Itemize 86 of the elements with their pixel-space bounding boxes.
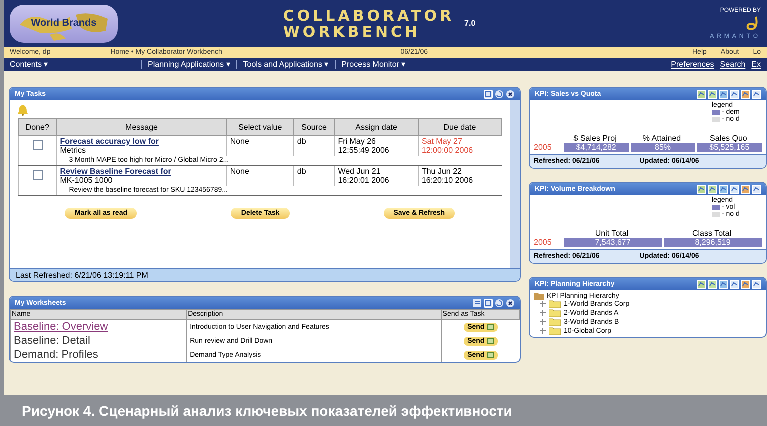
menu-link[interactable]: Search <box>720 60 746 69</box>
bell-icon <box>18 104 28 116</box>
toolbar-icon[interactable] <box>708 280 717 288</box>
task-subtitle: Metrics <box>60 146 86 155</box>
menu-item[interactable]: Planning Applications ▾ <box>141 60 236 69</box>
toolbar-icon[interactable] <box>752 184 761 194</box>
version-label: 7.0 <box>464 19 476 28</box>
value-cell: $4,714,282 <box>564 143 629 152</box>
column-header: Assign date <box>334 118 418 136</box>
refresh-icon[interactable] <box>495 298 504 308</box>
menu-item[interactable]: Process Monitor ▾ <box>334 60 412 69</box>
table-cell: None <box>226 166 294 186</box>
table-cell-text: 12:55:49 2006 <box>338 146 390 155</box>
toolbar-icon[interactable] <box>741 280 750 288</box>
swirl-logo-icon <box>745 16 761 32</box>
task-link[interactable]: Review Baseline Forecast for <box>60 167 224 176</box>
scrollbar[interactable] <box>510 100 520 268</box>
column-header: Message <box>56 118 227 136</box>
toolbar-icon[interactable] <box>708 90 717 98</box>
table-cell-text: 12:00:00 2006 <box>422 146 474 155</box>
toolbar-icon[interactable] <box>752 280 761 288</box>
list-icon[interactable] <box>473 298 482 308</box>
refresh-status: Last Refreshed: 6/21/06 13:19:11 PM <box>16 270 148 280</box>
toolbar-icon[interactable] <box>741 90 750 98</box>
maximize-icon[interactable] <box>484 298 493 308</box>
close-icon[interactable] <box>506 298 515 308</box>
column-header: Done? <box>18 118 57 136</box>
folder-icon <box>534 292 544 300</box>
app-title: WORKBENCH <box>283 24 422 40</box>
table-cell: None <box>226 136 294 156</box>
toolbar-icon[interactable] <box>708 184 717 194</box>
expand-icon[interactable] <box>540 310 546 316</box>
value-cell: $5,525,165 <box>697 143 762 152</box>
column-header: $ Sales Proj <box>572 134 618 143</box>
toolbar-icon[interactable] <box>719 90 728 98</box>
task-subtitle: MK-1005 1000 <box>60 176 113 185</box>
worksheet-link[interactable]: Baseline: Detail <box>14 335 90 347</box>
column-header: % Attained <box>642 134 682 143</box>
toolbar-icon[interactable] <box>697 184 706 194</box>
menu-link[interactable]: Preferences <box>671 60 714 69</box>
maximize-icon[interactable] <box>484 90 493 98</box>
table-cell: db <box>294 166 335 186</box>
refresh-icon[interactable] <box>495 90 504 98</box>
table-cell: db <box>294 136 335 156</box>
toolbar-icon[interactable] <box>697 90 706 98</box>
table-cell-text: Fri May 26 <box>338 137 377 146</box>
app-title: COLLABORATOR <box>283 8 455 24</box>
worksheet-link[interactable]: Baseline: Overview <box>14 321 108 333</box>
column-header: Due date <box>418 118 502 136</box>
table-cell-text: 16:20:10 2006 <box>422 176 474 185</box>
row-label: 2005 <box>534 238 553 247</box>
toolbar-icon[interactable] <box>697 280 706 288</box>
column-header: Source <box>294 118 335 136</box>
close-icon[interactable] <box>506 90 515 98</box>
toolbar-icon[interactable] <box>752 90 761 98</box>
table-cell-text: Thu Jun 22 <box>422 167 463 176</box>
task-link[interactable]: Forecast accuracy low for <box>60 137 224 146</box>
checkbox[interactable] <box>32 170 43 180</box>
toolbar-icon[interactable] <box>741 184 750 194</box>
menu-item[interactable]: Tools and Applications ▾ <box>236 60 335 69</box>
expand-icon[interactable] <box>540 328 546 334</box>
row-label: 2005 <box>534 143 553 152</box>
mail-icon <box>486 352 494 358</box>
column-header: Select value <box>226 118 294 136</box>
column-header: Class Total <box>692 229 732 238</box>
toolbar-icon[interactable] <box>719 184 728 194</box>
expand-icon[interactable] <box>540 319 546 325</box>
menu-item[interactable]: Contents ▾ <box>10 60 141 69</box>
table-cell-text: Sat May 27 <box>422 137 464 146</box>
value-cell: 7,543,677 <box>564 238 662 247</box>
expand-icon[interactable] <box>540 301 546 307</box>
toolbar-icon[interactable] <box>730 280 739 288</box>
worksheet-link[interactable]: Demand: Profiles <box>14 349 98 361</box>
table-cell-text: 16:20:01 2006 <box>338 176 390 185</box>
toolbar-icon[interactable] <box>730 184 739 194</box>
toolbar-icon[interactable] <box>719 280 728 288</box>
mail-icon <box>486 324 494 330</box>
column-header: Sales Quo <box>709 134 748 143</box>
checkbox[interactable] <box>32 140 43 150</box>
menu-link[interactable]: Ex <box>752 60 761 69</box>
value-cell: 8,296,519 <box>664 238 762 247</box>
column-header: Unit Total <box>594 229 630 238</box>
value-cell: 85% <box>630 143 696 152</box>
toolbar-icon[interactable] <box>730 90 739 98</box>
mail-icon <box>486 338 494 344</box>
table-cell-text: Wed Jun 21 <box>338 167 382 176</box>
